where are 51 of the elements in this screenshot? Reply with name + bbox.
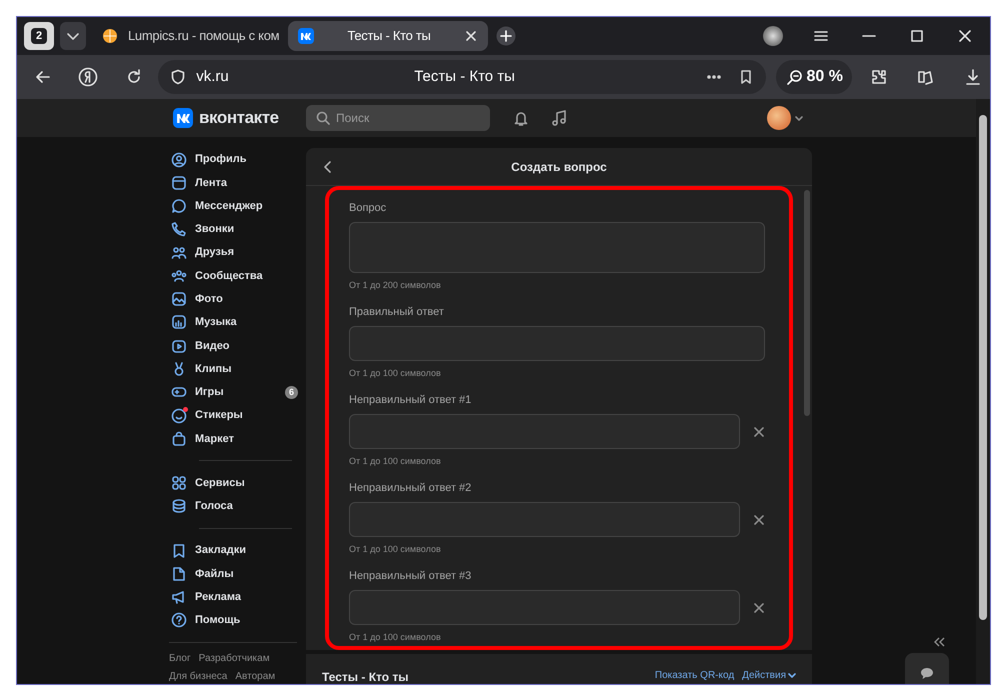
sidebar-item[interactable]: Стикеры xyxy=(169,404,302,428)
tab-title: Тесты - Кто ты xyxy=(346,27,432,46)
panel-title: Создать вопрос xyxy=(510,158,608,176)
sidebar-item[interactable]: Голоса xyxy=(169,494,302,518)
footer-link[interactable]: Для бизнеса xyxy=(169,668,228,684)
link[interactable]: Показать QR-код xyxy=(654,668,734,683)
sidebar-item[interactable]: Клипы xyxy=(169,357,302,381)
field-label: Неправильный ответ #2 xyxy=(349,482,472,494)
tab-title: Lumpics.ru - помощь с ком xyxy=(128,27,280,46)
sidebar-item[interactable]: Файлы xyxy=(169,562,302,586)
field-hint: От 1 до 100 символов xyxy=(349,456,442,466)
footer-link[interactable]: Блог xyxy=(169,650,191,666)
zoom-button[interactable]: 80 % xyxy=(776,60,852,94)
field-label: Неправильный ответ #1 xyxy=(349,394,472,406)
field-hint: От 1 до 100 символов xyxy=(349,368,442,378)
tab-counter-button[interactable]: 2 xyxy=(24,22,54,50)
sidebar-item[interactable]: Сообщества xyxy=(169,264,302,288)
browser-tab[interactable]: Lumpics.ru - помощь с ком xyxy=(92,21,282,51)
field-hint: От 1 до 100 символов xyxy=(349,632,442,642)
field-label: Вопрос xyxy=(349,202,388,214)
footer-link[interactable]: Разработчикам xyxy=(198,650,270,666)
sidebar-item[interactable]: Лента xyxy=(169,171,302,195)
field-label: Неправильный ответ #3 xyxy=(349,570,472,582)
url-text: vk.ru xyxy=(196,66,229,87)
field-hint: От 1 до 100 символов xyxy=(349,544,442,554)
search-input[interactable]: Поиск xyxy=(336,109,480,127)
footer-link[interactable]: Авторам xyxy=(235,668,276,684)
sidebar-item[interactable]: Игры 6 xyxy=(169,380,302,404)
link[interactable]: Действия xyxy=(742,668,796,683)
page-title: Тесты - Кто ты xyxy=(414,66,515,87)
sidebar-item[interactable]: Видео xyxy=(169,334,302,358)
search-field[interactable]: Поиск xyxy=(306,105,490,131)
sidebar-item[interactable]: Музыка xyxy=(169,310,302,334)
sidebar-item[interactable]: Сервисы xyxy=(169,471,302,495)
app-title: Тесты - Кто ты xyxy=(322,669,410,684)
address-field[interactable]: vk.ru Тесты - Кто ты xyxy=(158,60,766,94)
tab-count: 2 xyxy=(31,28,47,44)
sidebar-item[interactable]: Реклама xyxy=(169,585,302,609)
sidebar-item[interactable]: Звонки xyxy=(169,218,302,242)
sidebar-item[interactable]: Маркет xyxy=(169,427,302,450)
sidebar-item[interactable]: Закладки xyxy=(169,538,302,562)
sidebar-item[interactable]: Помощь xyxy=(169,608,302,632)
sidebar-item[interactable]: Профиль xyxy=(169,148,302,172)
count-badge: 6 xyxy=(285,386,298,399)
logo-text: вконтакте xyxy=(199,107,279,130)
field-hint: От 1 до 200 символов xyxy=(349,280,442,290)
sidebar-item[interactable]: Друзья xyxy=(169,241,302,264)
sidebar-item[interactable]: Мессенджер xyxy=(169,194,302,218)
field-label: Правильный ответ xyxy=(349,306,445,318)
sidebar-item[interactable]: Фото xyxy=(169,288,302,311)
browser-tab[interactable]: Тесты - Кто ты xyxy=(288,21,488,51)
